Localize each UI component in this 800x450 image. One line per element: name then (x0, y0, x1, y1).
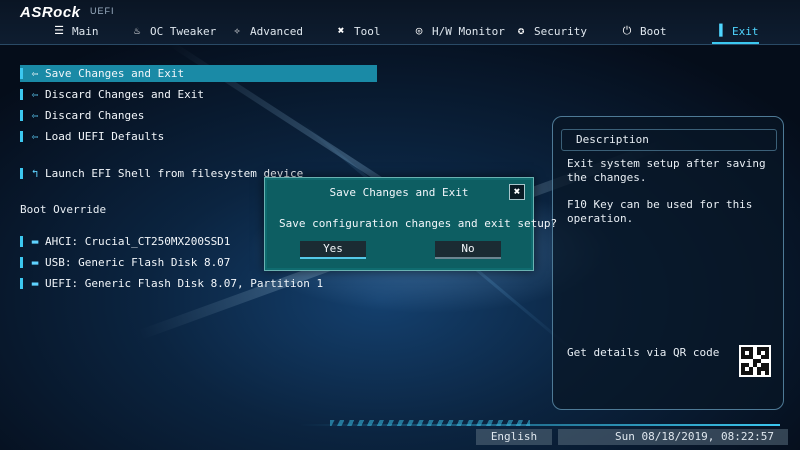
menu-label: Discard Changes and Exit (45, 88, 204, 101)
flame-icon: ♨ (133, 24, 141, 37)
exit-icon: ⇦ (31, 88, 39, 101)
tab-label: Boot (640, 24, 667, 38)
tab-label: Main (72, 24, 99, 38)
menu-label: Save Changes and Exit (45, 67, 185, 80)
description-header: Description (561, 129, 777, 151)
menu-load-uefi-defaults[interactable]: ⇦ Load UEFI Defaults (20, 128, 164, 145)
tab-label: Advanced (250, 24, 303, 38)
boot-item-ahci[interactable]: ▬ AHCI: Crucial_CT250MX200SSD1 (20, 233, 230, 250)
folder-icon: ▬ (31, 256, 39, 269)
dialog-body: Save Changes and Exit ✖ Save configurati… (267, 180, 557, 268)
boot-item-uefi[interactable]: ▬ UEFI: Generic Flash Disk 8.07, Partiti… (20, 275, 323, 292)
exit-icon: ⇦ (31, 109, 39, 122)
top-header: ASRock UEFI ☰ Main ♨ OC Tweaker ✧ Advanc… (0, 0, 800, 45)
menu-marker (20, 110, 23, 121)
close-icon[interactable]: ✖ (509, 184, 525, 200)
dialog-message: Save configuration changes and exit setu… (279, 217, 558, 230)
folder-icon: ▬ (31, 277, 39, 290)
description-panel: Description Exit system setup after savi… (552, 116, 784, 410)
shield-icon: ✪ (517, 24, 525, 37)
tab-label: Exit (732, 24, 759, 38)
tab-label: H/W Monitor (432, 24, 505, 38)
menu-marker (20, 89, 23, 100)
menu-marker (20, 131, 23, 142)
brand-logo: ASRock (20, 4, 81, 21)
menu-discard-changes-and-exit[interactable]: ⇦ Discard Changes and Exit (20, 86, 204, 103)
datetime-display: Sun 08/18/2019, 08:22:57 (558, 429, 788, 445)
tab-security[interactable]: ✪ Security (514, 20, 587, 42)
boot-item-usb[interactable]: ▬ USB: Generic Flash Disk 8.07 (20, 254, 230, 271)
list-icon: ☰ (54, 24, 64, 37)
tab-label: Tool (354, 24, 381, 38)
description-text: Exit system setup after saving the chang… (567, 157, 766, 184)
save-exit-dialog: Save Changes and Exit ✖ Save configurati… (264, 177, 557, 271)
tab-hw-monitor[interactable]: ◎ H/W Monitor (412, 20, 505, 42)
menu-marker (20, 236, 23, 247)
language-button[interactable]: English (476, 429, 552, 445)
tab-advanced[interactable]: ✧ Advanced (230, 20, 303, 42)
monitor-icon: ◎ (415, 24, 423, 37)
tab-label: Security (534, 24, 587, 38)
menu-marker (20, 168, 23, 179)
yes-button[interactable]: Yes (300, 241, 366, 259)
qr-label: Get details via QR code (567, 346, 720, 359)
menu-launch-efi-shell[interactable]: ↰ Launch EFI Shell from filesystem devic… (20, 165, 303, 182)
tab-tool[interactable]: ✖ Tool (334, 20, 381, 42)
tab-exit[interactable]: ▐ Exit (712, 20, 759, 44)
exit-icon: ⇦ (31, 130, 39, 143)
menu-marker (20, 257, 23, 268)
boot-override-heading: Boot Override (20, 203, 107, 216)
description-title: Description (576, 133, 649, 146)
tab-main[interactable]: ☰ Main (52, 20, 99, 42)
footer-divider (300, 424, 780, 426)
menu-label: UEFI: Generic Flash Disk 8.07, Partition… (45, 277, 324, 290)
menu-label: AHCI: Crucial_CT250MX200SSD1 (45, 235, 231, 248)
tools-icon: ✖ (337, 24, 345, 37)
exit-icon: ⇦ (31, 67, 39, 80)
tab-oc-tweaker[interactable]: ♨ OC Tweaker (130, 20, 217, 42)
brand-subtitle: UEFI (90, 6, 115, 16)
menu-marker (20, 278, 23, 289)
menu-label: USB: Generic Flash Disk 8.07 (45, 256, 231, 269)
qr-code-icon[interactable] (739, 345, 771, 377)
qr-module (765, 371, 769, 375)
dialog-title: Save Changes and Exit (329, 186, 469, 199)
no-button[interactable]: No (435, 241, 501, 259)
exit-icon: ▐ (715, 24, 723, 37)
qr-pattern (741, 347, 769, 375)
menu-label: Discard Changes (45, 109, 145, 122)
tab-boot[interactable]: ⏻ Boot (620, 20, 667, 42)
menu-save-changes-and-exit[interactable]: ⇦ Save Changes and Exit (20, 65, 377, 82)
description-text: F10 Key can be used for this operation. (567, 198, 753, 225)
menu-label: Load UEFI Defaults (45, 130, 165, 143)
tab-label: OC Tweaker (150, 24, 217, 38)
power-icon: ⏻ (622, 24, 632, 37)
launch-icon: ↰ (31, 167, 39, 180)
folder-icon: ▬ (31, 235, 39, 248)
main-tabs: ☰ Main ♨ OC Tweaker ✧ Advanced ✖ Tool ◎ … (0, 20, 800, 44)
star-icon: ✧ (233, 24, 241, 37)
menu-discard-changes[interactable]: ⇦ Discard Changes (20, 107, 144, 124)
menu-marker (20, 68, 23, 79)
